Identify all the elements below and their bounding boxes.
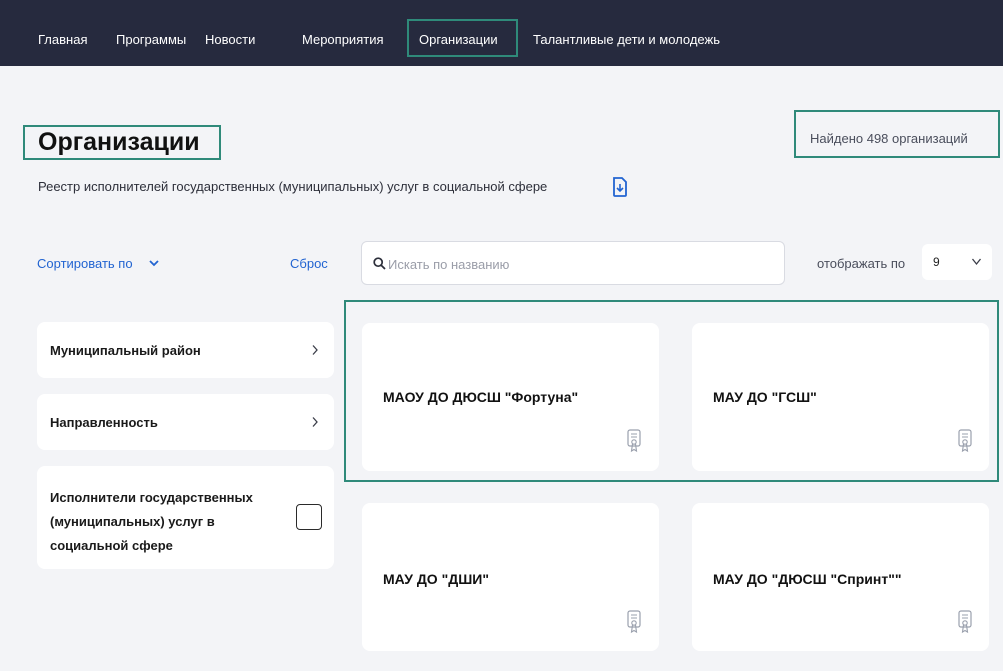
- filter-label: Исполнители государственных (муниципальн…: [50, 490, 253, 553]
- nav-item-news[interactable]: Новости: [205, 30, 255, 50]
- org-name: МАУ ДО "ДЮСШ "Спринт"": [713, 571, 902, 587]
- chevron-down-icon[interactable]: [148, 258, 160, 268]
- filter-direction[interactable]: Направленность: [37, 394, 334, 450]
- chevron-right-icon: [312, 345, 318, 355]
- page-title: Организации: [38, 128, 200, 156]
- org-cards-outline: [344, 300, 999, 482]
- nav-item-talented-youth[interactable]: Талантливые дети и молодежь: [533, 30, 720, 50]
- org-card[interactable]: МАУ ДО "ДЮСШ "Спринт"": [692, 503, 989, 651]
- reset-button[interactable]: Сброс: [290, 255, 328, 273]
- sort-button[interactable]: Сортировать по: [37, 255, 133, 273]
- filter-service-providers: Исполнители государственных (муниципальн…: [37, 466, 334, 569]
- nav-item-organizations[interactable]: Организации: [419, 30, 498, 50]
- registry-subtitle: Реестр исполнителей государственных (мун…: [38, 179, 548, 194]
- search-input[interactable]: [388, 254, 768, 274]
- per-page-value: 9: [933, 255, 940, 269]
- service-providers-checkbox[interactable]: [296, 504, 322, 530]
- org-name: МАУ ДО "ДШИ": [383, 571, 489, 587]
- org-card[interactable]: МАУ ДО "ДШИ": [362, 503, 659, 651]
- chevron-right-icon: [312, 417, 318, 427]
- nav-item-programs[interactable]: Программы: [116, 30, 186, 50]
- nav-item-home[interactable]: Главная: [38, 30, 87, 50]
- chevron-down-icon: [971, 258, 982, 266]
- per-page-select[interactable]: 9: [922, 244, 992, 280]
- per-page-label: отображать по: [817, 256, 906, 271]
- nav-item-events[interactable]: Мероприятия: [302, 30, 384, 50]
- certificate-icon: [958, 610, 972, 634]
- search-icon: [373, 257, 386, 270]
- top-navigation: Главная Программы Новости Мероприятия Ор…: [0, 0, 1003, 66]
- filter-label: Направленность: [50, 415, 158, 430]
- document-download-icon[interactable]: [612, 177, 628, 197]
- filter-municipal-district[interactable]: Муниципальный район: [37, 322, 334, 378]
- search-box: [361, 241, 785, 285]
- found-count: Найдено 498 организаций: [810, 131, 968, 146]
- certificate-icon: [627, 610, 641, 634]
- filter-label: Муниципальный район: [50, 343, 201, 358]
